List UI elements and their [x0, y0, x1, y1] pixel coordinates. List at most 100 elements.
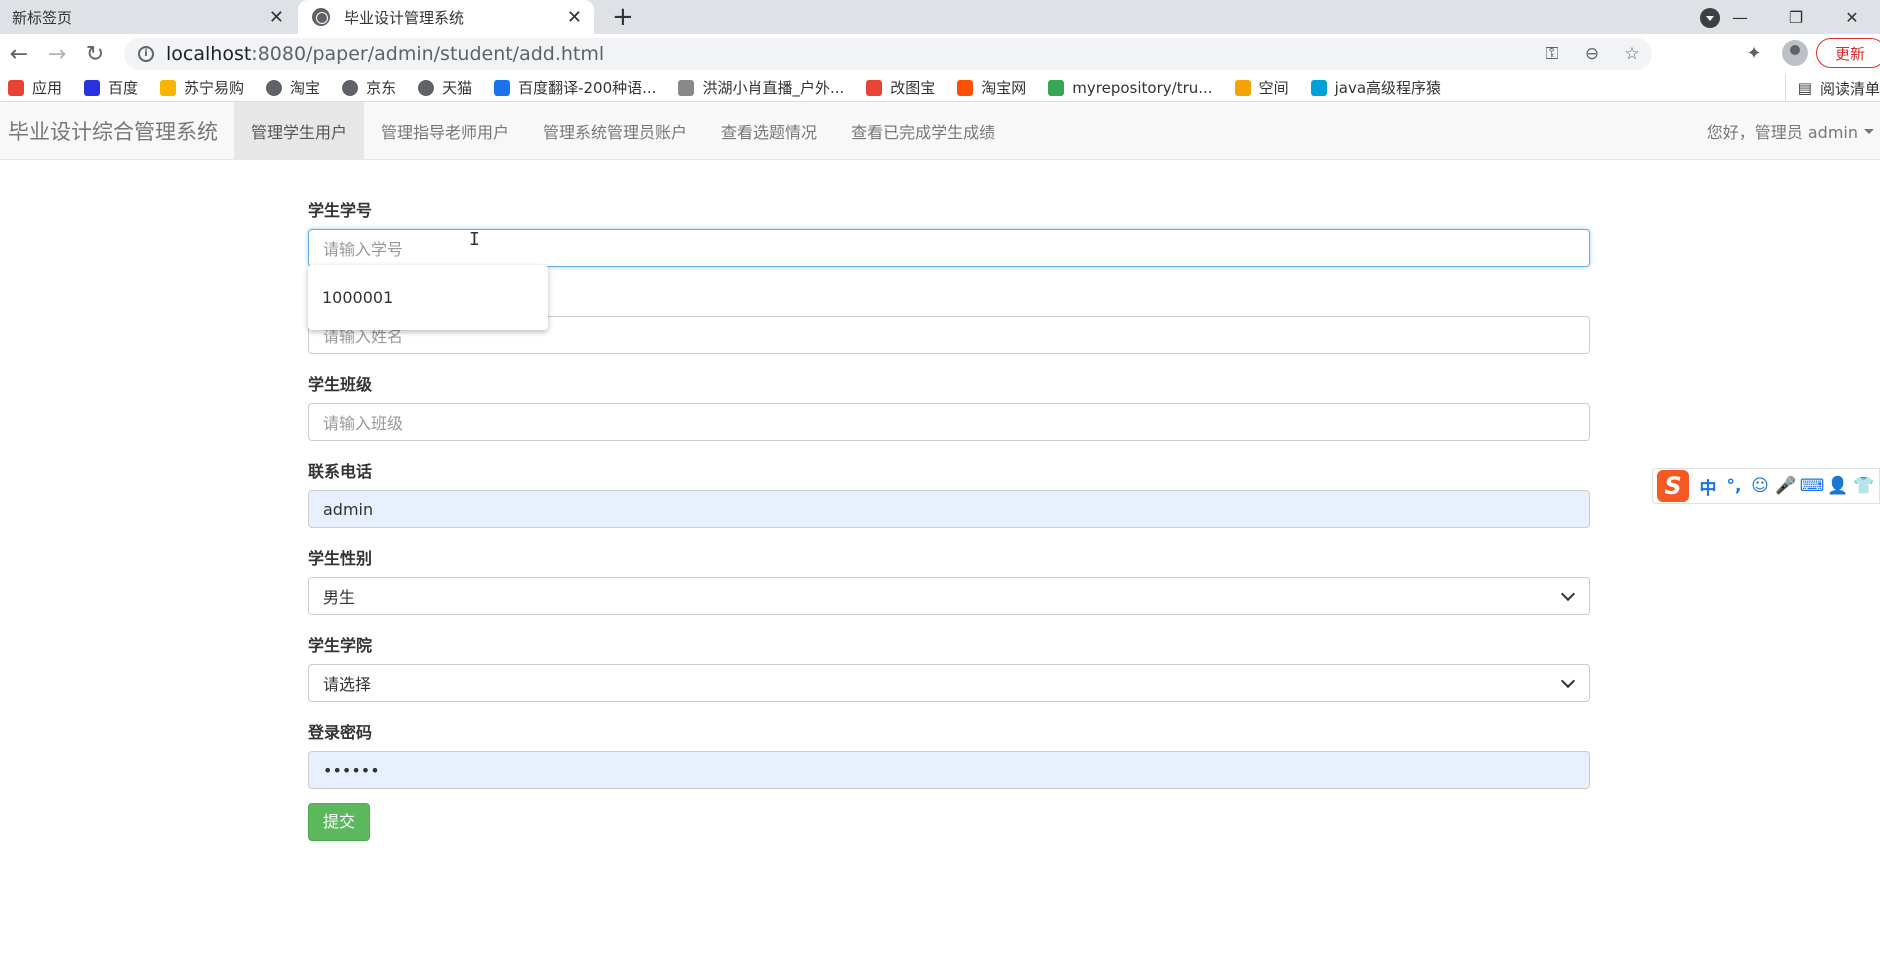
taobao-icon — [957, 79, 974, 96]
ime-user-icon[interactable]: 👤 — [1825, 476, 1851, 496]
autocomplete-suggestion[interactable]: 1000001 — [308, 265, 548, 330]
chevron-down-icon — [1560, 586, 1576, 601]
gender-label: 学生性别 — [308, 549, 373, 568]
user-greeting: 您好，管理员 admin — [1706, 123, 1858, 142]
college-selected-value: 请选择 — [323, 675, 372, 694]
phone-input[interactable]: admin — [308, 490, 1590, 528]
close-icon[interactable]: ✕ — [567, 7, 582, 28]
suning-icon — [160, 79, 177, 96]
bookmark-item[interactable]: java高级程序猿 — [1310, 77, 1442, 98]
bookmark-label: 淘宝 — [290, 79, 321, 97]
gaitubao-icon — [866, 79, 883, 96]
key-icon[interactable]: ⚿ — [1532, 44, 1572, 64]
bookmark-item[interactable]: 改图宝 — [866, 77, 935, 98]
extensions-icon[interactable]: ✦ — [1734, 43, 1774, 64]
toolbar-right: ✦ 更新 — [1734, 38, 1880, 68]
nav-view-grades[interactable]: 查看已完成学生成绩 — [834, 102, 1012, 159]
text-cursor-icon: I — [469, 229, 480, 250]
globe-icon — [266, 79, 283, 96]
bilibili-icon — [1310, 79, 1327, 96]
ime-skin-icon[interactable]: 👕 — [1851, 476, 1877, 496]
address-bar[interactable]: i localhost:8080/paper/admin/student/add… — [124, 38, 1652, 70]
brand-title[interactable]: 毕业设计综合管理系统 — [0, 102, 234, 159]
tab-active[interactable]: 毕业设计管理系统 ✕ — [298, 0, 594, 34]
caret-down-icon — [1864, 128, 1874, 134]
student-id-label: 学生学号 — [308, 201, 373, 220]
bookmark-item[interactable]: 百度 — [84, 77, 138, 98]
ime-emoji-icon[interactable]: ☺ — [1747, 476, 1773, 496]
bookmark-label: 百度翻译-200种语... — [518, 79, 657, 97]
bookmark-item[interactable]: myrepository/tru... — [1048, 78, 1213, 97]
user-menu[interactable]: 您好，管理员 admin — [1707, 102, 1874, 160]
bookmark-item[interactable]: 淘宝网 — [957, 77, 1026, 98]
bookmark-label: 应用 — [32, 79, 63, 97]
ime-chinese-icon[interactable]: 中 — [1695, 474, 1721, 499]
window-close-icon[interactable]: ✕ — [1824, 8, 1880, 27]
tab-title: 毕业设计管理系统 — [344, 8, 465, 27]
bookmark-label: 百度 — [108, 79, 139, 97]
new-tab-icon[interactable]: + — [612, 2, 634, 32]
forward-icon[interactable]: → — [38, 42, 76, 67]
globe-icon — [418, 79, 435, 96]
browser-toolbar: ← → ↻ i localhost:8080/paper/admin/stude… — [0, 34, 1880, 74]
reading-list-icon: ▤ — [1797, 79, 1812, 97]
bookmark-label: 京东 — [366, 79, 397, 97]
nav-manage-admins[interactable]: 管理系统管理员账户 — [526, 102, 704, 159]
bookmark-label: 淘宝网 — [981, 79, 1027, 97]
bookmark-item[interactable]: 洪湖小肖直播_户外... — [678, 77, 844, 98]
student-class-input[interactable]: 请输入班级 — [308, 403, 1590, 441]
reload-icon[interactable]: ↻ — [76, 42, 114, 67]
profile-avatar-icon[interactable] — [1781, 40, 1808, 66]
bookmark-item[interactable]: 京东 — [342, 77, 396, 98]
tab-title: 新标签页 — [12, 8, 73, 27]
gender-selected-value: 男生 — [323, 588, 356, 607]
ime-voice-icon[interactable]: 🎤 — [1773, 476, 1799, 496]
ime-toolbar: S 中 °, ☺ 🎤 ⌨ 👤 👕 — [1652, 468, 1880, 504]
bird-icon — [678, 79, 695, 96]
bookmark-item[interactable]: 淘宝 — [266, 77, 320, 98]
info-icon[interactable]: i — [138, 46, 154, 62]
bookmark-label: 改图宝 — [890, 79, 936, 97]
restore-icon[interactable]: ❐ — [1768, 8, 1824, 27]
bookmark-item[interactable]: 天猫 — [418, 77, 472, 98]
bookmark-label: java高级程序猿 — [1334, 79, 1442, 97]
tab-new-tab[interactable]: 新标签页 ✕ — [0, 0, 296, 34]
bookmark-item[interactable]: 应用 — [8, 77, 62, 98]
student-class-label: 学生班级 — [308, 375, 373, 394]
bookmark-star-icon[interactable]: ☆ — [1612, 44, 1652, 64]
nav-manage-students[interactable]: 管理学生用户 — [234, 102, 365, 159]
college-label: 学生学院 — [308, 636, 373, 655]
password-label: 登录密码 — [308, 723, 373, 742]
app-navbar: 毕业设计综合管理系统 管理学生用户 管理指导老师用户 管理系统管理员账户 查看选… — [0, 102, 1880, 160]
chevron-down-icon — [1560, 673, 1576, 688]
zoom-icon[interactable]: ⊖ — [1572, 44, 1612, 64]
ime-punct-icon[interactable]: °, — [1721, 476, 1747, 496]
bookmark-label: myrepository/tru... — [1072, 78, 1213, 97]
bookmark-label: 天猫 — [442, 79, 473, 97]
password-input[interactable]: •••••• — [308, 751, 1590, 789]
apps-grid-icon — [8, 79, 24, 96]
url-text: localhost:8080/paper/admin/student/add.h… — [166, 43, 605, 65]
ime-keyboard-icon[interactable]: ⌨ — [1799, 476, 1825, 496]
sogou-logo-icon[interactable]: S — [1657, 470, 1689, 502]
bookmark-item[interactable]: 空间 — [1234, 77, 1289, 98]
bookmark-item[interactable]: 苏宁易购 — [160, 77, 244, 98]
update-button[interactable]: 更新 — [1815, 38, 1880, 68]
bookmark-item[interactable]: 百度翻译-200种语... — [494, 77, 656, 98]
bookmark-label: 苏宁易购 — [184, 79, 245, 97]
gender-select[interactable]: 男生 — [308, 577, 1590, 615]
window-controls: — ❐ ✕ — [1712, 0, 1880, 34]
reading-list[interactable]: ▤ 阅读清单 — [1784, 74, 1880, 102]
student-id-input[interactable]: 请输入学号 — [308, 229, 1590, 267]
omnibox-icons: ⚿ ⊖ ☆ — [1532, 38, 1652, 70]
nav-view-topics[interactable]: 查看选题情况 — [704, 102, 834, 159]
close-icon[interactable]: ✕ — [269, 7, 284, 28]
back-icon[interactable]: ← — [0, 42, 38, 67]
college-select[interactable]: 请选择 — [308, 664, 1590, 702]
nav-manage-teachers[interactable]: 管理指导老师用户 — [364, 102, 526, 159]
minimize-icon[interactable]: — — [1712, 8, 1768, 27]
bookmarks-bar: 应用 百度 苏宁易购 淘宝 京东 天猫 百度翻译-200种语... 洪湖小肖直播_户外... 改… — [0, 74, 1880, 102]
qzone-icon — [1234, 79, 1251, 96]
bookmark-label: 洪湖小肖直播_户外... — [702, 79, 845, 97]
submit-button[interactable]: 提交 — [308, 803, 371, 841]
